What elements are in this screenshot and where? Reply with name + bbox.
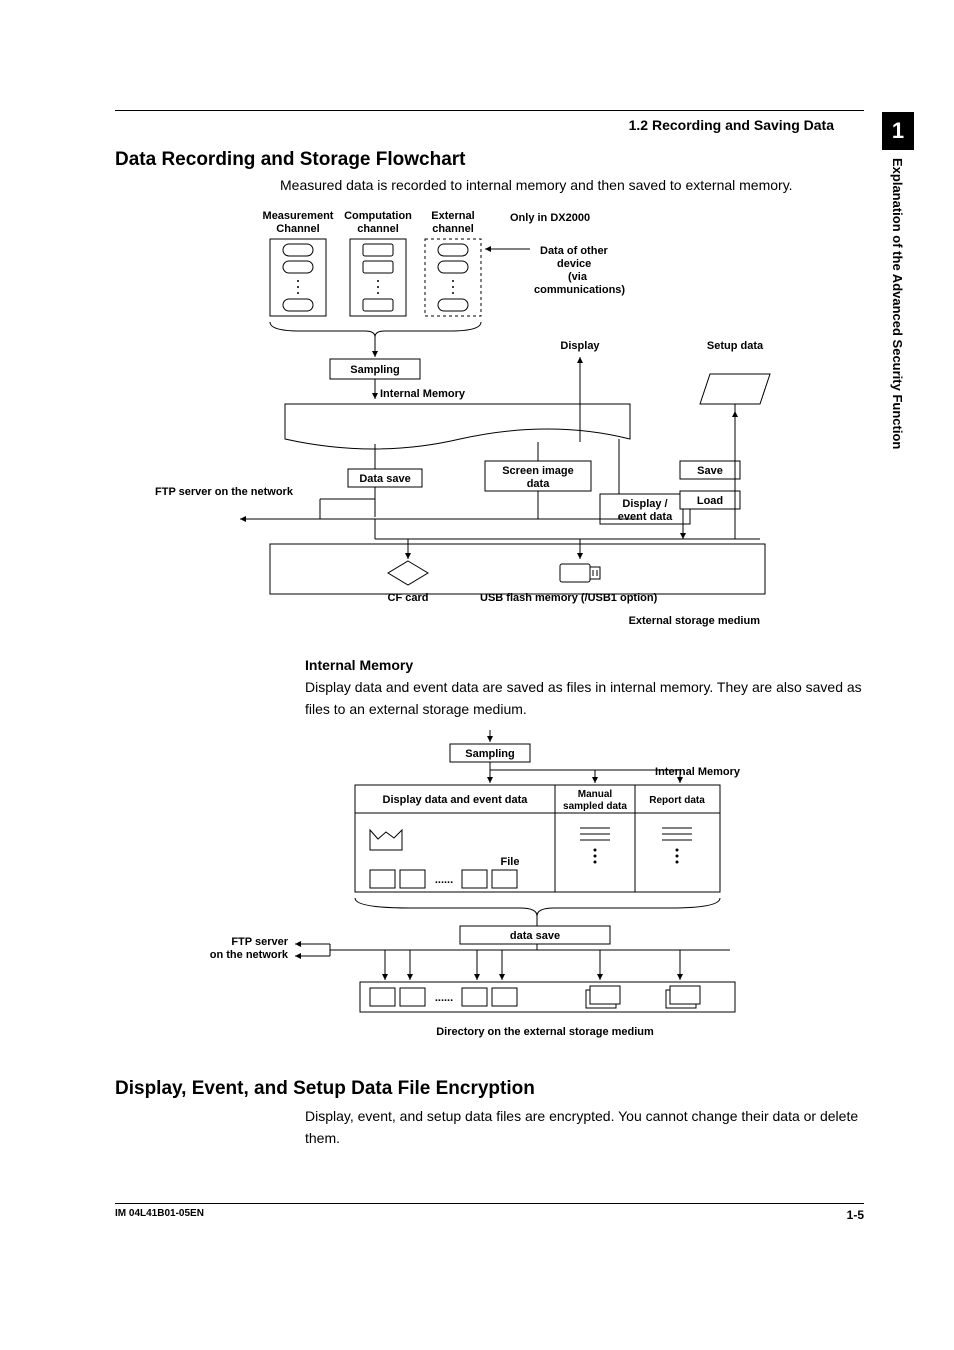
lbl-dispev1: Display / [622, 498, 667, 510]
f2-dots1: ...... [434, 874, 452, 886]
page-number: 1-5 [847, 1208, 864, 1222]
lbl-other3: (via [568, 271, 588, 283]
col-comp2: channel [357, 223, 399, 235]
lead-flowchart: Measured data is recorded to internal me… [115, 177, 864, 193]
lbl-ftp: FTP server on the network [155, 486, 294, 498]
doc-id: IM 04L41B01-05EN [115, 1208, 204, 1219]
ext-stack [425, 239, 481, 316]
col-meas2: Channel [276, 223, 319, 235]
col-meas: Measurement [262, 210, 333, 222]
chapter-tab: 1 Explanation of the Advanced Security F… [882, 112, 914, 498]
body-internal: Display data and event data are saved as… [115, 677, 864, 720]
header-rule [115, 110, 864, 111]
f2-ftp2: on the network [210, 949, 289, 961]
lbl-display: Display [560, 340, 600, 352]
subhead-internal: Internal Memory [115, 657, 864, 673]
col-ext: External [431, 210, 474, 222]
heading-flowchart: Data Recording and Storage Flowchart [115, 149, 864, 171]
figure-internal-memory: Sampling Internal Memory Display data an… [210, 730, 770, 1060]
f2-report: Report data [649, 795, 705, 806]
col-comp: Computation [344, 210, 412, 222]
cfcard-icon [388, 561, 428, 585]
setup-shape [700, 374, 770, 404]
page-footer: IM 04L41B01-05EN 1-5 [115, 1203, 864, 1222]
f2-man1: Manual [577, 789, 612, 800]
meas-stack [270, 239, 326, 316]
f2-dots2: ...... [434, 992, 452, 1004]
section-header: 1.2 Recording and Saving Data [115, 117, 834, 133]
lbl-dispev2: event data [617, 511, 672, 523]
lbl-datasave: Data save [359, 473, 410, 485]
lbl-other1: Data of other [540, 245, 609, 257]
f2-datasave: data save [509, 930, 559, 942]
lbl-internal: Internal Memory [380, 388, 466, 400]
chart-icon [370, 830, 402, 850]
chapter-title-vertical: Explanation of the Advanced Security Fun… [890, 150, 905, 498]
f2-sampling: Sampling [465, 748, 515, 760]
comp-stack [350, 239, 406, 316]
lbl-only: Only in DX2000 [510, 212, 590, 224]
lbl-screen1: Screen image [502, 465, 574, 477]
chapter-number: 1 [882, 112, 914, 150]
lbl-screen2: data [526, 478, 550, 490]
lbl-extstore: External storage medium [628, 615, 760, 627]
lbl-sampling: Sampling [350, 364, 400, 376]
f2-internal: Internal Memory [655, 766, 741, 778]
lbl-setup: Setup data [706, 340, 763, 352]
lbl-load: Load [696, 495, 722, 507]
col-ext2: channel [432, 223, 474, 235]
body-encryption: Display, event, and setup data files are… [115, 1106, 864, 1149]
lbl-other4: communications) [534, 284, 625, 296]
lbl-other2: device [557, 258, 591, 270]
f2-dir: Directory on the external storage medium [436, 1026, 654, 1038]
usb-icon [560, 564, 600, 582]
doc-internal [285, 404, 630, 449]
f2-file: File [500, 856, 519, 868]
f2-man2: sampled data [563, 801, 627, 812]
figure-storage-flowchart: Measurement Channel Computation channel … [120, 199, 860, 639]
lbl-save: Save [697, 465, 723, 477]
f2-dispev: Display data and event data [382, 794, 528, 806]
heading-encryption: Display, Event, and Setup Data File Encr… [115, 1078, 864, 1100]
f2-ftp1: FTP server [231, 936, 288, 948]
